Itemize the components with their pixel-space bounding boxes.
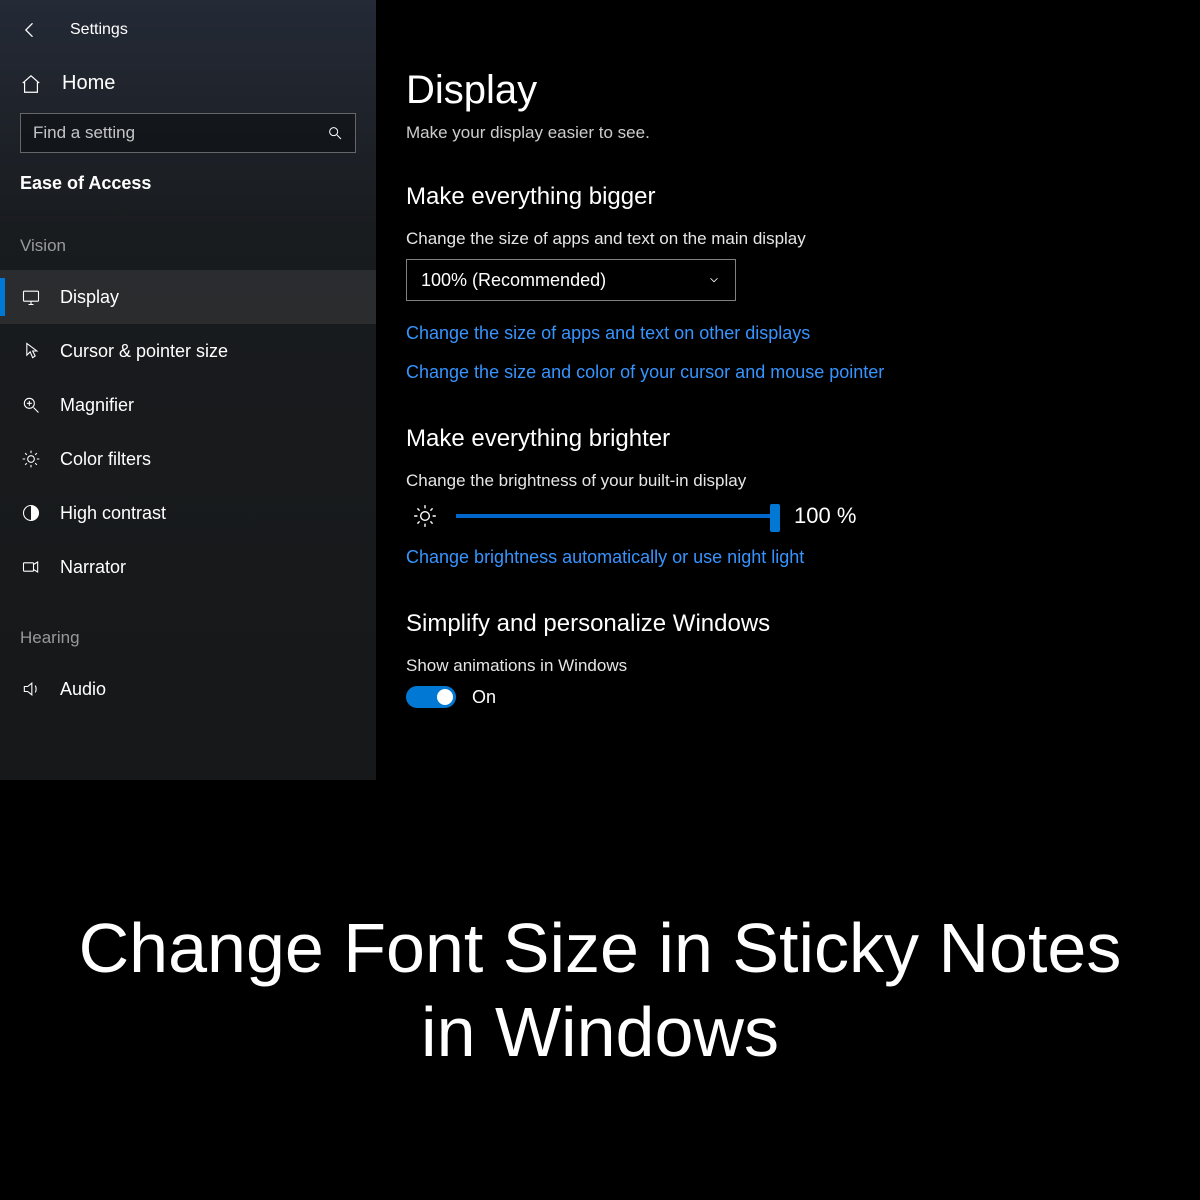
- sidebar: Settings Home Ease of Access Vision Disp…: [0, 0, 376, 780]
- link-night-light[interactable]: Change brightness automatically or use n…: [406, 547, 1170, 568]
- sidebar-item-color-filters[interactable]: Color filters: [0, 432, 376, 486]
- sidebar-item-label: Narrator: [60, 557, 126, 578]
- display-icon: [20, 286, 42, 308]
- sidebar-item-label: Cursor & pointer size: [60, 341, 228, 362]
- link-cursor-color[interactable]: Change the size and color of your cursor…: [406, 362, 1170, 383]
- section-bigger: Make everything bigger Change the size o…: [406, 183, 1170, 383]
- sidebar-item-label: Magnifier: [60, 395, 134, 416]
- section-simplify: Simplify and personalize Windows Show an…: [406, 610, 1170, 708]
- toggle-row: On: [406, 686, 1170, 708]
- sidebar-item-magnifier[interactable]: Magnifier: [0, 378, 376, 432]
- brightness-slider-row: 100 %: [412, 503, 1170, 529]
- toggle-label: Show animations in Windows: [406, 656, 1170, 676]
- header-row: Settings: [0, 12, 376, 58]
- sidebar-item-label: Display: [60, 287, 119, 308]
- main-content: Display Make your display easier to see.…: [376, 0, 1200, 780]
- group-label-vision: Vision: [0, 202, 376, 270]
- section-heading: Simplify and personalize Windows: [406, 610, 1170, 638]
- dropdown-value: 100% (Recommended): [421, 270, 606, 291]
- page-subtitle: Make your display easier to see.: [406, 123, 1170, 143]
- animations-toggle[interactable]: [406, 686, 456, 708]
- slider-thumb[interactable]: [770, 504, 780, 532]
- narrator-icon: [20, 556, 42, 578]
- search-icon: [327, 125, 343, 141]
- sidebar-item-display[interactable]: Display: [0, 270, 376, 324]
- brightness-slider[interactable]: [456, 514, 776, 518]
- cursor-icon: [20, 340, 42, 362]
- section-label: Ease of Access: [0, 173, 376, 202]
- caption-banner: Change Font Size in Sticky Notes in Wind…: [0, 780, 1200, 1200]
- brightness-icon: [412, 503, 438, 529]
- sidebar-item-cursor[interactable]: Cursor & pointer size: [0, 324, 376, 378]
- page-title: Display: [406, 68, 1170, 113]
- caption-text: Change Font Size in Sticky Notes in Wind…: [60, 906, 1140, 1074]
- app-title: Settings: [70, 21, 128, 39]
- section-desc: Change the brightness of your built-in d…: [406, 471, 1170, 491]
- sidebar-item-label: Audio: [60, 679, 106, 700]
- color-filters-icon: [20, 448, 42, 470]
- back-arrow-icon[interactable]: [20, 20, 40, 40]
- search-input[interactable]: [33, 123, 327, 143]
- group-label-hearing: Hearing: [0, 594, 376, 662]
- high-contrast-icon: [20, 502, 42, 524]
- toggle-state: On: [472, 687, 496, 708]
- home-button[interactable]: Home: [0, 58, 376, 109]
- brightness-value: 100 %: [794, 503, 856, 529]
- home-label: Home: [62, 72, 115, 95]
- sidebar-item-audio[interactable]: Audio: [0, 662, 376, 716]
- sidebar-item-high-contrast[interactable]: High contrast: [0, 486, 376, 540]
- sidebar-item-narrator[interactable]: Narrator: [0, 540, 376, 594]
- audio-icon: [20, 678, 42, 700]
- section-heading: Make everything brighter: [406, 425, 1170, 453]
- section-desc: Change the size of apps and text on the …: [406, 229, 1170, 249]
- search-box[interactable]: [20, 113, 356, 153]
- sidebar-item-label: Color filters: [60, 449, 151, 470]
- scale-dropdown[interactable]: 100% (Recommended): [406, 259, 736, 301]
- section-heading: Make everything bigger: [406, 183, 1170, 211]
- sidebar-item-label: High contrast: [60, 503, 166, 524]
- chevron-down-icon: [707, 273, 721, 287]
- magnifier-icon: [20, 394, 42, 416]
- link-other-displays[interactable]: Change the size of apps and text on othe…: [406, 323, 1170, 344]
- home-icon: [20, 73, 42, 95]
- section-brighter: Make everything brighter Change the brig…: [406, 425, 1170, 568]
